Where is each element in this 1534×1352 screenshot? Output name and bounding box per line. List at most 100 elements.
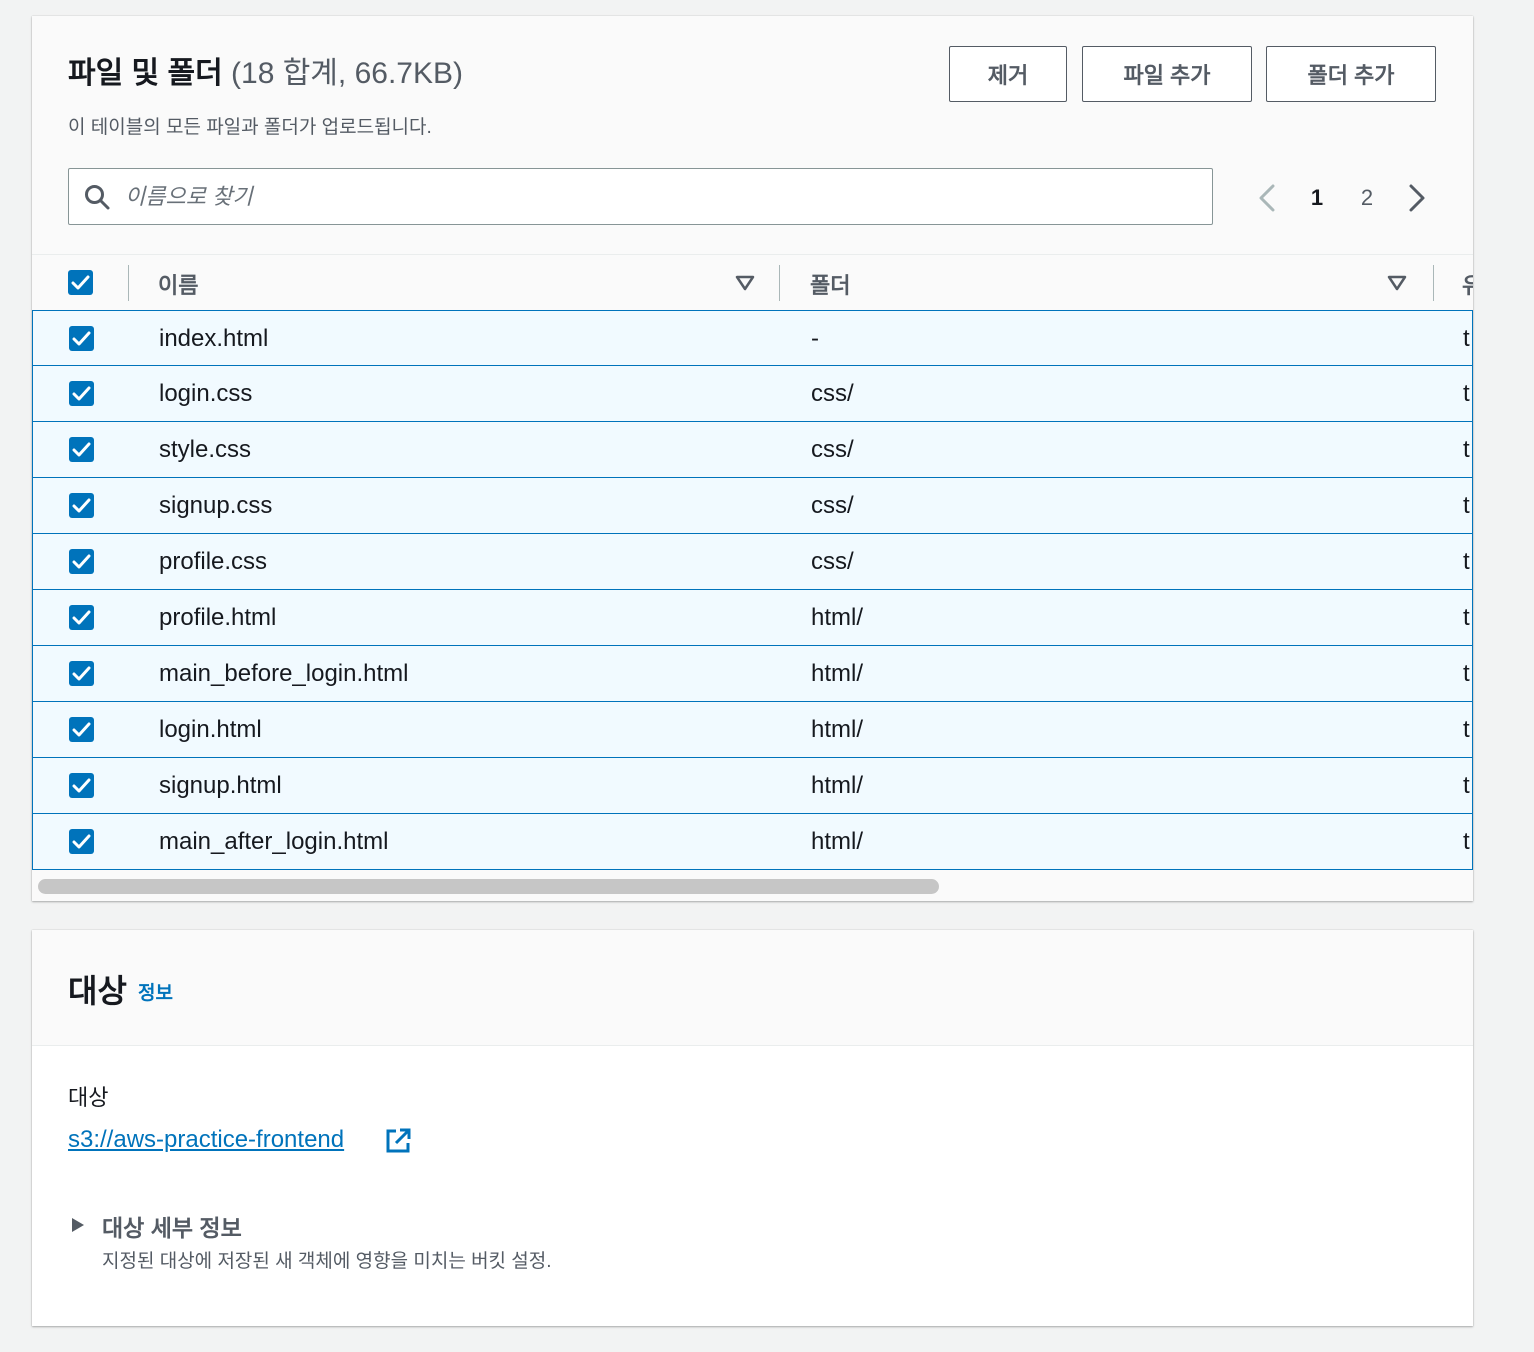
destination-body: 대상 s3://aws-practice-frontend 대상 세부 정보 지…: [32, 1046, 1473, 1326]
panel-title-text: 파일 및 폴더: [68, 57, 223, 90]
column-header-folder[interactable]: 폴더: [810, 268, 850, 300]
table-body: index.html - t login.css css/t style.css css/t…: [32, 310, 1473, 870]
table-row[interactable]: main_after_login.html html/t: [32, 814, 1473, 870]
file-name: login.css: [159, 380, 253, 407]
file-count-summary: (18 합계, 66.7KB): [231, 57, 463, 90]
destination-bucket-link[interactable]: s3://aws-practice-frontend: [68, 1126, 344, 1154]
file-folder: css/: [811, 492, 854, 519]
table-header: 이름 폴더 유: [32, 254, 1473, 310]
destination-details-toggle[interactable]: 대상 세부 정보: [102, 1209, 242, 1243]
horizontal-scrollbar[interactable]: [38, 879, 939, 894]
file-type-truncated: t: [1463, 772, 1470, 799]
table-row[interactable]: profile.html html/t: [32, 590, 1473, 646]
panel-title: 파일 및 폴더 (18 합계, 66.7KB): [68, 56, 463, 92]
destination-panel: 대상 정보 대상 s3://aws-practice-frontend 대상 세…: [32, 930, 1473, 1326]
checkmark-icon: [72, 554, 91, 569]
table-row[interactable]: main_before_login.html html/t: [32, 646, 1473, 702]
table-row[interactable]: index.html - t: [32, 310, 1473, 366]
destination-label: 대상: [68, 1085, 109, 1110]
file-folder: html/: [811, 828, 864, 855]
search-input[interactable]: [125, 177, 1185, 217]
destination-header: 대상 정보: [32, 930, 1473, 1046]
table-row[interactable]: signup.css css/t: [32, 478, 1473, 534]
checkmark-icon: [72, 331, 91, 346]
file-folder: html/: [811, 716, 864, 743]
file-type-truncated: t: [1463, 325, 1470, 352]
table-row[interactable]: login.css css/t: [32, 366, 1473, 422]
table-row[interactable]: login.html html/t: [32, 702, 1473, 758]
panel-description: 이 테이블의 모든 파일과 폴더가 업로드됩니다.: [68, 117, 432, 138]
table-row[interactable]: profile.css css/t: [32, 534, 1473, 590]
sort-down-icon[interactable]: [1387, 275, 1407, 291]
row-checkbox[interactable]: [69, 717, 94, 742]
checkmark-icon: [72, 610, 91, 625]
column-header-third[interactable]: 유: [1462, 268, 1473, 300]
page-1-button[interactable]: 1: [1301, 180, 1333, 216]
file-name: main_after_login.html: [159, 828, 389, 855]
expand-caret-icon[interactable]: [70, 1216, 86, 1234]
file-type-truncated: t: [1463, 436, 1470, 463]
row-checkbox[interactable]: [69, 661, 94, 686]
info-link[interactable]: 정보: [138, 978, 173, 1005]
row-checkbox[interactable]: [69, 326, 94, 351]
file-type-truncated: t: [1463, 828, 1470, 855]
file-folder: css/: [811, 436, 854, 463]
select-all-checkbox[interactable]: [68, 270, 93, 295]
file-type-truncated: t: [1463, 604, 1470, 631]
file-type-truncated: t: [1463, 548, 1470, 575]
table-row[interactable]: style.css css/t: [32, 422, 1473, 478]
file-type-truncated: t: [1463, 660, 1470, 687]
file-name: signup.css: [159, 492, 273, 519]
column-resize-handle[interactable]: [1433, 265, 1434, 301]
row-checkbox[interactable]: [69, 437, 94, 462]
checkmark-icon: [72, 778, 91, 793]
row-checkbox[interactable]: [69, 605, 94, 630]
checkmark-icon: [72, 386, 91, 401]
file-name: index.html: [159, 325, 269, 352]
page-2-button[interactable]: 2: [1351, 180, 1383, 216]
files-table: 이름 폴더 유 index.html - t login.css css/t style.…: [32, 254, 1473, 870]
checkmark-icon: [72, 666, 91, 681]
checkmark-icon: [72, 442, 91, 457]
next-page-icon[interactable]: [1404, 180, 1430, 216]
column-resize-handle[interactable]: [779, 265, 780, 301]
file-folder: css/: [811, 548, 854, 575]
file-folder: css/: [811, 380, 854, 407]
file-name: main_before_login.html: [159, 660, 409, 687]
file-name: signup.html: [159, 772, 282, 799]
column-header-name[interactable]: 이름: [158, 268, 198, 300]
row-checkbox[interactable]: [69, 829, 94, 854]
destination-details-description: 지정된 대상에 저장된 새 객체에 영향을 미치는 버킷 설정.: [102, 1251, 552, 1272]
checkmark-icon: [72, 498, 91, 513]
checkmark-icon: [72, 722, 91, 737]
remove-button[interactable]: 제거: [949, 46, 1067, 102]
search-box[interactable]: [68, 168, 1213, 225]
file-folder: html/: [811, 772, 864, 799]
table-row[interactable]: signup.html html/t: [32, 758, 1473, 814]
file-type-truncated: t: [1463, 492, 1470, 519]
file-folder: html/: [811, 604, 864, 631]
file-name: style.css: [159, 436, 252, 463]
destination-title: 대상: [68, 973, 127, 1009]
add-folder-button[interactable]: 폴더 추가: [1266, 46, 1436, 102]
file-folder: -: [811, 325, 819, 352]
files-and-folders-panel: 파일 및 폴더 (18 합계, 66.7KB) 이 테이블의 모든 파일과 폴더…: [32, 16, 1473, 901]
row-checkbox[interactable]: [69, 773, 94, 798]
add-files-button[interactable]: 파일 추가: [1082, 46, 1252, 102]
column-divider: [128, 265, 129, 301]
file-name: login.html: [159, 716, 262, 743]
checkmark-icon: [72, 834, 91, 849]
file-folder: html/: [811, 660, 864, 687]
file-type-truncated: t: [1463, 716, 1470, 743]
sort-down-icon[interactable]: [735, 275, 755, 291]
file-name: profile.html: [159, 604, 277, 631]
row-checkbox[interactable]: [69, 549, 94, 574]
external-link-icon[interactable]: [384, 1127, 412, 1155]
checkmark-icon: [71, 275, 90, 290]
previous-page-icon[interactable]: [1254, 180, 1280, 216]
search-icon: [85, 185, 110, 210]
row-checkbox[interactable]: [69, 381, 94, 406]
row-checkbox[interactable]: [69, 493, 94, 518]
file-type-truncated: t: [1463, 380, 1470, 407]
file-name: profile.css: [159, 548, 268, 575]
